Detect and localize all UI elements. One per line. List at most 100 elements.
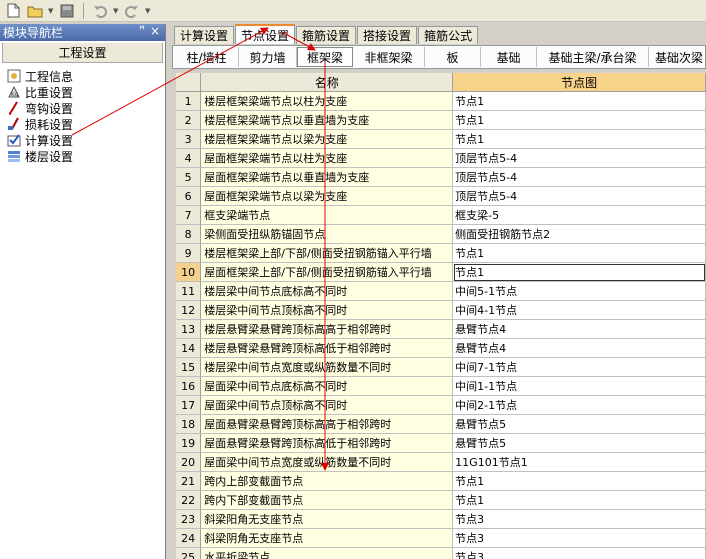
tab-calc-settings[interactable]: 计算设置 xyxy=(174,26,235,44)
table-row[interactable]: 7 框支梁端节点 框支梁-5 xyxy=(176,206,706,225)
cell-node-diagram[interactable]: 节点1 xyxy=(453,92,706,111)
cell-node-diagram[interactable]: 节点1 xyxy=(453,491,706,510)
nav-item-weight[interactable]: kg 比重设置 xyxy=(6,84,165,100)
tab-lap-settings[interactable]: 搭接设置 xyxy=(357,26,418,44)
save-icon[interactable] xyxy=(58,2,76,20)
cell-node-diagram[interactable]: 顶层节点5-4 xyxy=(453,168,706,187)
cell-node-diagram[interactable]: 悬臂节点4 xyxy=(453,320,706,339)
row-number[interactable]: 13 xyxy=(176,320,202,339)
row-number[interactable]: 15 xyxy=(176,358,202,377)
cell-node-diagram[interactable]: 框支梁-5 xyxy=(453,206,706,225)
cell-node-diagram[interactable]: 中间1-1节点 xyxy=(453,377,706,396)
table-row[interactable]: 2 楼层框架梁端节点以垂直墙为支座 节点1 xyxy=(176,111,706,130)
cell-node-diagram[interactable]: 节点1 xyxy=(453,244,706,263)
cell-node-diagram[interactable]: 节点1 xyxy=(453,111,706,130)
subtab-frame-beam[interactable]: 框架梁 xyxy=(297,47,353,67)
table-row[interactable]: 19 屋面悬臂梁悬臂跨顶标高低于相邻跨时 悬臂节点5 xyxy=(176,434,706,453)
row-number[interactable]: 14 xyxy=(176,339,202,358)
cell-node-diagram[interactable]: 侧面受扭钢筋节点2 xyxy=(453,225,706,244)
nav-item-loss[interactable]: 损耗设置 xyxy=(6,116,165,132)
row-number[interactable]: 20 xyxy=(176,453,202,472)
cell-node-diagram[interactable]: 节点1 xyxy=(453,472,706,491)
row-number[interactable]: 11 xyxy=(176,282,202,301)
redo-icon[interactable] xyxy=(123,2,141,20)
row-number[interactable]: 22 xyxy=(176,491,202,510)
row-number[interactable]: 2 xyxy=(176,111,202,130)
subtab-non-frame-beam[interactable]: 非框架梁 xyxy=(353,47,425,67)
new-file-icon[interactable] xyxy=(4,2,22,20)
table-row[interactable]: 24 斜梁阴角无支座节点 节点3 xyxy=(176,529,706,548)
row-number[interactable]: 21 xyxy=(176,472,202,491)
tab-node-settings[interactable]: 节点设置 xyxy=(235,24,296,44)
table-row[interactable]: 6 屋面框架梁端节点以梁为支座 顶层节点5-4 xyxy=(176,187,706,206)
row-number[interactable]: 24 xyxy=(176,529,202,548)
table-row[interactable]: 11 楼层梁中间节点底标高不同时 中间5-1节点 xyxy=(176,282,706,301)
table-row[interactable]: 21 跨内上部变截面节点 节点1 xyxy=(176,472,706,491)
row-number[interactable]: 12 xyxy=(176,301,202,320)
table-row[interactable]: 12 楼层梁中间节点顶标高不同时 中间4-1节点 xyxy=(176,301,706,320)
cell-node-diagram[interactable]: 中间4-1节点 xyxy=(453,301,706,320)
row-number[interactable]: 6 xyxy=(176,187,202,206)
cell-node-diagram[interactable]: 悬臂节点5 xyxy=(453,415,706,434)
cell-node-diagram[interactable]: 悬臂节点4 xyxy=(453,339,706,358)
nav-item-hook[interactable]: 弯钩设置 xyxy=(6,100,165,116)
column-header-node[interactable]: 节点图 xyxy=(453,73,706,92)
row-number[interactable]: 18 xyxy=(176,415,202,434)
row-number[interactable]: 5 xyxy=(176,168,202,187)
table-row[interactable]: 14 楼层悬臂梁悬臂跨顶标高低于相邻跨时 悬臂节点4 xyxy=(176,339,706,358)
cell-node-diagram[interactable]: 节点3 xyxy=(453,548,706,559)
subtab-foundation-main-beam[interactable]: 基础主梁/承台梁 xyxy=(537,47,649,67)
table-row[interactable]: 5 屋面框架梁端节点以垂直墙为支座 顶层节点5-4 xyxy=(176,168,706,187)
cell-node-diagram[interactable]: 节点3 xyxy=(453,529,706,548)
cell-node-diagram[interactable]: 中间2-1节点 xyxy=(453,396,706,415)
nav-item-calc-settings[interactable]: 计算设置 xyxy=(6,132,165,148)
row-number[interactable]: 19 xyxy=(176,434,202,453)
undo-icon[interactable] xyxy=(91,2,109,20)
row-number[interactable]: 8 xyxy=(176,225,202,244)
cell-node-diagram[interactable]: 悬臂节点5 xyxy=(453,434,706,453)
close-icon[interactable]: × xyxy=(150,24,160,38)
open-dropdown-icon[interactable]: ▼ xyxy=(48,7,54,15)
cell-node-diagram[interactable]: 11G101节点1 xyxy=(453,453,706,472)
table-row[interactable]: 9 楼层框架梁上部/下部/侧面受扭钢筋锚入平行墙 节点1 xyxy=(176,244,706,263)
table-row[interactable]: 20 屋面梁中间节点宽度或纵筋数量不同时 11G101节点1 xyxy=(176,453,706,472)
table-row[interactable]: 3 楼层框架梁端节点以梁为支座 节点1 xyxy=(176,130,706,149)
cell-node-diagram[interactable]: 顶层节点5-4 xyxy=(453,149,706,168)
redo-dropdown-icon[interactable]: ▼ xyxy=(145,7,151,15)
row-number[interactable]: 1 xyxy=(176,92,202,111)
subtab-column-wall-column[interactable]: 柱/墙柱 xyxy=(175,47,239,67)
row-number[interactable]: 7 xyxy=(176,206,202,225)
cell-node-diagram[interactable]: 顶层节点5-4 xyxy=(453,187,706,206)
table-row[interactable]: 10 屋面框架梁上部/下部/侧面受扭钢筋锚入平行墙 节点1 xyxy=(176,263,706,282)
pin-icon[interactable]: ꟸ xyxy=(139,25,145,36)
table-row[interactable]: 23 斜梁阳角无支座节点 节点3 xyxy=(176,510,706,529)
table-row[interactable]: 18 屋面悬臂梁悬臂跨顶标高高于相邻跨时 悬臂节点5 xyxy=(176,415,706,434)
open-folder-icon[interactable] xyxy=(26,2,44,20)
table-row[interactable]: 1 楼层框架梁端节点以柱为支座 节点1 xyxy=(176,92,706,111)
nav-item-project-info[interactable]: 工程信息 xyxy=(6,68,165,84)
table-row[interactable]: 8 梁侧面受扭纵筋锚固节点 侧面受扭钢筋节点2 xyxy=(176,225,706,244)
row-number[interactable]: 3 xyxy=(176,130,202,149)
subtab-foundation-secondary-beam[interactable]: 基础次梁 xyxy=(649,47,705,67)
nav-item-floors[interactable]: 楼层设置 xyxy=(6,148,165,164)
column-header-name[interactable]: 名称 xyxy=(201,73,454,92)
tab-stirrup-formula[interactable]: 箍筋公式 xyxy=(418,26,479,44)
row-number[interactable]: 23 xyxy=(176,510,202,529)
row-number[interactable]: 10 xyxy=(176,263,202,282)
project-settings-header[interactable]: 工程设置 xyxy=(2,42,163,63)
cell-node-diagram[interactable]: 中间5-1节点 xyxy=(453,282,706,301)
cell-node-diagram[interactable]: 节点1 xyxy=(453,263,706,282)
row-number[interactable]: 16 xyxy=(176,377,202,396)
subtab-shear-wall[interactable]: 剪力墙 xyxy=(239,47,297,67)
table-row[interactable]: 15 楼层梁中间节点宽度或纵筋数量不同时 中间7-1节点 xyxy=(176,358,706,377)
table-row[interactable]: 4 屋面框架梁端节点以柱为支座 顶层节点5-4 xyxy=(176,149,706,168)
table-row[interactable]: 17 屋面梁中间节点顶标高不同时 中间2-1节点 xyxy=(176,396,706,415)
subtab-slab[interactable]: 板 xyxy=(425,47,481,67)
row-number[interactable]: 4 xyxy=(176,149,202,168)
table-row[interactable]: 25 水平折梁节点 节点3 xyxy=(176,548,706,559)
table-row[interactable]: 16 屋面梁中间节点底标高不同时 中间1-1节点 xyxy=(176,377,706,396)
table-row[interactable]: 13 楼层悬臂梁悬臂跨顶标高高于相邻跨时 悬臂节点4 xyxy=(176,320,706,339)
cell-node-diagram[interactable]: 节点3 xyxy=(453,510,706,529)
subtab-foundation[interactable]: 基础 xyxy=(481,47,537,67)
cell-node-diagram[interactable]: 节点1 xyxy=(453,130,706,149)
